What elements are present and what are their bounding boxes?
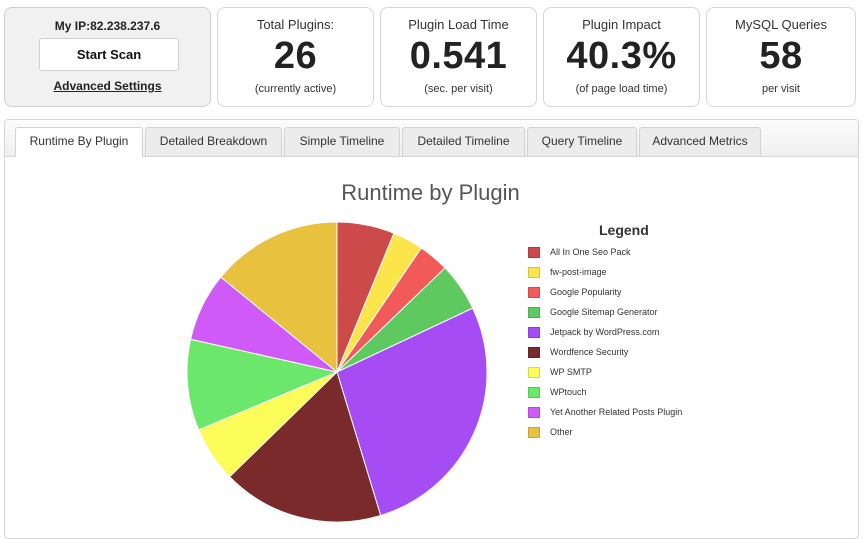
my-ip-label: My IP:82.238.237.6 bbox=[54, 19, 161, 33]
pie-chart bbox=[186, 221, 488, 523]
legend-swatch bbox=[528, 427, 540, 438]
legend-label: Wordfence Security bbox=[550, 347, 629, 357]
stat-title: MySQL Queries bbox=[735, 17, 827, 32]
legend-label: fw-post-image bbox=[550, 267, 607, 277]
legend-label: Google Sitemap Generator bbox=[550, 307, 658, 317]
stat-subtitle: (of page load time) bbox=[575, 83, 668, 95]
stat-subtitle: (sec. per visit) bbox=[424, 83, 493, 95]
legend-label: Other bbox=[550, 427, 573, 437]
legend-label: All In One Seo Pack bbox=[550, 247, 631, 257]
legend-label: Yet Another Related Posts Plugin bbox=[550, 407, 683, 417]
legend-title: Legend bbox=[599, 222, 649, 238]
legend-swatch bbox=[528, 407, 540, 418]
stat-title: Plugin Load Time bbox=[408, 17, 509, 32]
advanced-settings-link[interactable]: Advanced Settings bbox=[5, 79, 210, 93]
chart-panel: Runtime By Plugin Detailed Breakdown Sim… bbox=[4, 119, 859, 539]
legend-label: Google Popularity bbox=[550, 287, 622, 297]
stat-value: 0.541 bbox=[409, 35, 508, 77]
legend-swatch bbox=[528, 247, 540, 258]
legend-swatch bbox=[528, 267, 540, 278]
legend-swatch bbox=[528, 347, 540, 358]
stat-value: 58 bbox=[759, 35, 803, 77]
stat-subtitle: per visit bbox=[762, 83, 800, 95]
stat-plugin-load-time: Plugin Load Time 0.541 (sec. per visit) bbox=[380, 7, 537, 107]
scan-panel: My IP:82.238.237.6 Start Scan Advanced S… bbox=[4, 7, 211, 107]
legend-label: Jetpack by WordPress.com bbox=[550, 327, 660, 337]
stat-subtitle: (currently active) bbox=[254, 83, 337, 95]
legend-swatch bbox=[528, 387, 540, 398]
stat-title: Total Plugins: bbox=[256, 17, 335, 32]
stat-title: Plugin Impact bbox=[582, 17, 661, 32]
stat-mysql-queries: MySQL Queries 58 per visit bbox=[706, 7, 856, 107]
legend-swatch bbox=[528, 367, 540, 378]
stat-total-plugins: Total Plugins: 26 (currently active) bbox=[217, 7, 374, 107]
stat-value: 40.3% bbox=[566, 35, 677, 77]
legend-swatch bbox=[528, 307, 540, 318]
stat-plugin-impact: Plugin Impact 40.3% (of page load time) bbox=[543, 7, 700, 107]
legend-swatch bbox=[528, 287, 540, 298]
legend-label: WP SMTP bbox=[550, 367, 592, 377]
legend-swatch bbox=[528, 327, 540, 338]
stat-value: 26 bbox=[273, 35, 318, 77]
start-scan-button[interactable]: Start Scan bbox=[39, 38, 179, 71]
legend-label: WPtouch bbox=[550, 387, 587, 397]
